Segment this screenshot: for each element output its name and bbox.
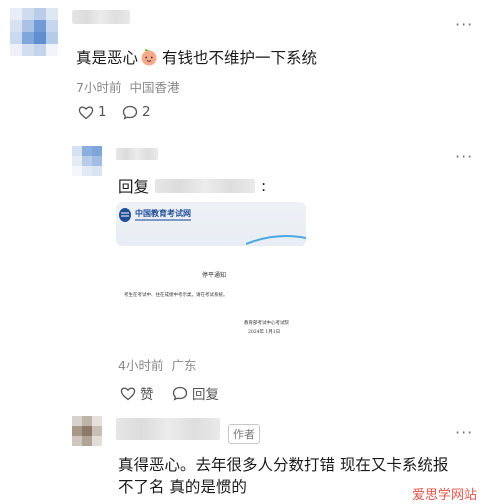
avatar[interactable] [10,8,58,56]
reply-count-button[interactable]: 2 [122,104,151,120]
reply-header: 回复 : [118,177,267,196]
reply-time: 4小时前 [118,358,164,373]
reply-location: 广东 [171,358,197,373]
username[interactable] [116,418,220,440]
exam-logo-icon [119,208,131,222]
doc-banner: 中国教育考试网 [116,202,306,246]
reply-target-username[interactable] [155,179,256,193]
more-dots-icon[interactable]: ··· [455,149,473,165]
doc-body: 考生在考试中、住在成绩中考示类，请在考试系统。 [124,293,228,298]
more-dots-icon[interactable]: ··· [455,425,473,441]
comment-text: 真是恶心 有钱也不维护一下系统 [76,49,318,67]
comment-text-line-1: 真得恶心。去年很多人分数打错 现在又卡系统报 [118,456,449,474]
more-dots-icon[interactable]: ··· [455,17,473,33]
watermark: 爱思学网站 [412,488,478,503]
reply-meta: 4小时前 广东 [118,355,196,374]
comment-time: 7小时前 [76,80,122,95]
doc-signature: 教育部考试中心考试院 [244,321,289,326]
username[interactable] [72,10,130,24]
avatar[interactable] [72,146,102,176]
doc-date: 2024年 1月1日 [248,330,281,335]
heart-icon [78,106,94,119]
comment-bubble-icon [122,105,138,120]
doc-logo-text: 中国教育考试网 [135,209,191,218]
author-badge: 作者 [228,424,260,444]
doc-logo-subline [135,219,191,221]
attached-image[interactable]: 中国教育考试网 停平通知 考生在考试中、住在成绩中考示类，请在考试系统。 教育部… [114,198,310,346]
heart-icon [120,387,136,400]
like-button[interactable]: 赞 [120,383,154,403]
comment-text-line-2: 不了名 真的是惯的 [118,478,247,496]
like-label: 赞 [140,387,154,403]
comment-location: 中国香港 [129,80,180,95]
banner-swoosh [246,235,306,245]
reply-count: 2 [142,104,151,120]
like-button[interactable]: 1 [78,104,107,120]
peach-face-emoji-icon [141,49,157,66]
reply-label: 回复 [192,387,219,403]
reply-button[interactable]: 回复 [172,383,219,403]
comment-bubble-icon [172,386,188,401]
username[interactable] [116,148,158,160]
like-count: 1 [98,104,107,120]
comment-meta: 7小时前 中国香港 [76,77,179,96]
doc-heading: 停平通知 [202,272,227,279]
avatar[interactable] [72,416,102,446]
